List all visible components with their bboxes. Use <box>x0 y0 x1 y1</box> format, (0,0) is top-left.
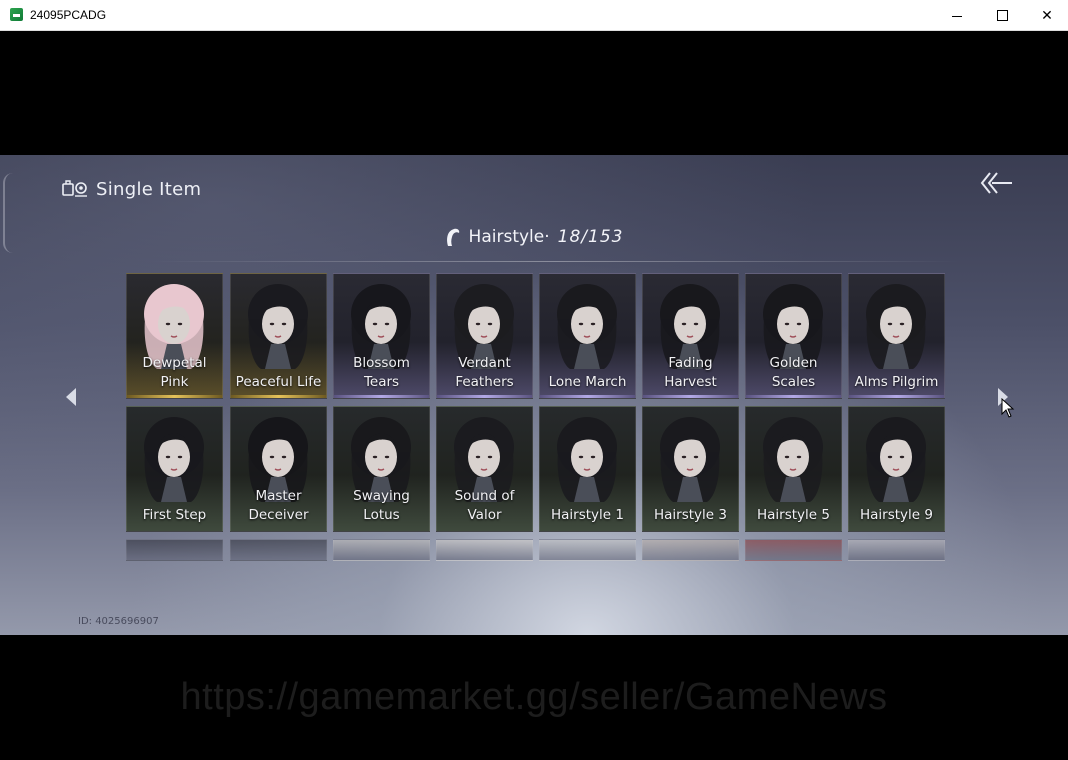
item-card[interactable]: Lone March <box>539 273 636 399</box>
item-card-label: Lone March <box>548 374 627 390</box>
item-card-partial[interactable] <box>126 539 223 561</box>
item-card[interactable]: Hairstyle 1 <box>539 406 636 532</box>
triangle-left-icon <box>66 388 76 406</box>
watermark-text: https://gamemarket.gg/seller/GameNews <box>180 676 888 718</box>
hairstyle-portrait-icon <box>557 284 617 369</box>
item-card-label: First Step <box>142 507 207 523</box>
prev-page-button[interactable] <box>64 387 78 407</box>
mouse-cursor-icon <box>1001 398 1015 418</box>
item-grid: Dewpetal Pink Peaceful Life Blossom Tears V… <box>126 273 946 561</box>
item-card[interactable]: Peaceful Life <box>230 273 327 399</box>
close-icon: ✕ <box>1041 7 1053 24</box>
category-divider <box>150 261 960 262</box>
item-card-label: Hairstyle 3 <box>654 507 727 523</box>
hairstyle-portrait-icon <box>144 417 204 502</box>
item-card[interactable]: First Step <box>126 406 223 532</box>
category-header: Hairstyle· 18/153 <box>0 227 1068 251</box>
item-card[interactable]: Master Deceiver <box>230 406 327 532</box>
item-card-label: Sound of Valor <box>454 488 515 523</box>
item-card-label: Verdant Feathers <box>455 355 514 390</box>
item-card-partial[interactable] <box>333 539 430 561</box>
item-card-label: Hairstyle 9 <box>860 507 933 523</box>
item-card[interactable]: Fading Harvest <box>642 273 739 399</box>
item-card-label: Blossom Tears <box>353 355 410 390</box>
item-card-label: Alms Pilgrim <box>854 374 939 390</box>
item-card-label: Hairstyle 1 <box>551 507 624 523</box>
item-card[interactable]: Sound of Valor <box>436 406 533 532</box>
item-card[interactable]: Dewpetal Pink <box>126 273 223 399</box>
item-card-partial[interactable] <box>745 539 842 561</box>
item-card[interactable]: Verdant Feathers <box>436 273 533 399</box>
item-card-partial[interactable] <box>230 539 327 561</box>
item-card-label: Master Deceiver <box>248 488 309 523</box>
item-card-label: Golden Scales <box>769 355 818 390</box>
item-card-partial[interactable] <box>848 539 945 561</box>
minimize-button[interactable] <box>934 0 980 31</box>
window-titlebar: 24095PCADG ✕ <box>0 0 1068 31</box>
item-card[interactable]: Hairstyle 3 <box>642 406 739 532</box>
minimize-icon <box>952 16 962 17</box>
app-icon <box>10 8 23 21</box>
item-card-label: Peaceful Life <box>235 374 322 390</box>
player-id: ID: 4025696907 <box>78 616 159 627</box>
item-card[interactable]: Golden Scales <box>745 273 842 399</box>
hairstyle-portrait-icon <box>557 417 617 502</box>
hairstyle-portrait-icon <box>866 284 926 369</box>
window-title: 24095PCADG <box>30 8 107 22</box>
hairstyle-portrait-icon <box>763 417 823 502</box>
item-card-partial[interactable] <box>539 539 636 561</box>
item-card[interactable]: Swaying Lotus <box>333 406 430 532</box>
page-title: Single Item <box>96 179 202 200</box>
item-card[interactable]: Alms Pilgrim <box>848 273 945 399</box>
game-viewport: Single Item Hairstyle· 18/153 Dewpetal Pi… <box>0 155 1068 635</box>
item-card-label: Swaying Lotus <box>353 488 410 523</box>
item-card-label: Dewpetal Pink <box>142 355 207 390</box>
close-button[interactable]: ✕ <box>1024 0 1068 31</box>
item-card[interactable]: Hairstyle 5 <box>745 406 842 532</box>
maximize-button[interactable] <box>979 0 1025 31</box>
double-chevron-back-icon <box>980 172 1012 194</box>
item-card-label: Hairstyle 5 <box>757 507 830 523</box>
hairstyle-portrait-icon <box>248 284 308 369</box>
hairstyle-portrait-icon <box>866 417 926 502</box>
item-card-partial[interactable] <box>436 539 533 561</box>
category-label: Hairstyle· <box>468 227 550 247</box>
maximize-icon <box>996 10 1008 21</box>
hairstyle-portrait-icon <box>660 417 720 502</box>
single-item-icon <box>62 180 87 197</box>
item-card[interactable]: Hairstyle 9 <box>848 406 945 532</box>
category-count: 18/153 <box>557 227 624 247</box>
hair-icon <box>446 228 459 246</box>
back-button[interactable] <box>978 169 1014 197</box>
item-card-partial[interactable] <box>642 539 739 561</box>
item-card-label: Fading Harvest <box>664 355 717 390</box>
item-card[interactable]: Blossom Tears <box>333 273 430 399</box>
